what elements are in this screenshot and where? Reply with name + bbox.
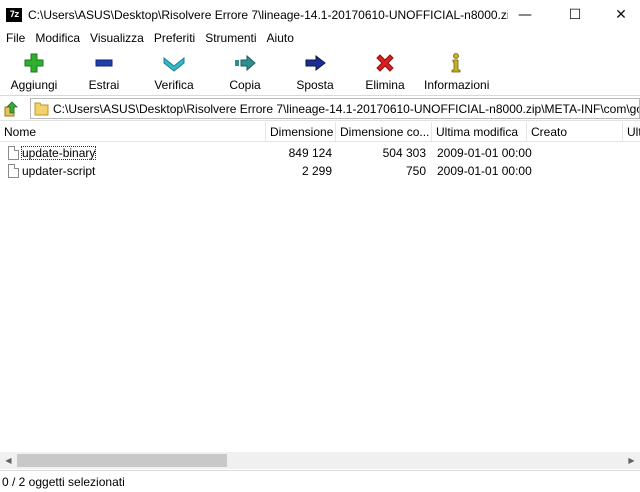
menu-bar: File Modifica Visualizza Preferiti Strum…	[0, 30, 640, 47]
folder-up-icon[interactable]	[4, 101, 20, 117]
file-icon	[8, 146, 19, 160]
app-icon: 7z	[6, 8, 22, 22]
file-size: 849 124	[288, 146, 332, 160]
delete-label: Elimina	[365, 78, 405, 92]
status-bar: 0 / 2 oggetti selezionati	[0, 470, 640, 492]
file-modified: 2009-01-01 00:00	[437, 146, 532, 160]
column-modified[interactable]: Ultima modifica	[432, 122, 527, 142]
file-name: updater-script	[22, 164, 96, 178]
column-size[interactable]: Dimensione	[266, 122, 336, 142]
add-button[interactable]: Aggiungi	[2, 50, 66, 94]
file-modified: 2009-01-01 00:00	[437, 164, 532, 178]
horizontal-scrollbar[interactable]: ◀ ▶	[0, 452, 640, 469]
scroll-left-arrow-icon[interactable]: ◀	[0, 452, 17, 469]
delete-x-icon	[374, 52, 396, 74]
table-row[interactable]: update-binary 849 124 504 303 2009-01-01…	[0, 144, 640, 162]
move-arrow-icon	[304, 52, 326, 74]
copy-button[interactable]: Copia	[213, 50, 277, 94]
toolbar: Aggiungi Estrai Verifica Copia Sposta El…	[0, 48, 640, 96]
title-bar: 7z C:\Users\ASUS\Desktop\Risolvere Error…	[0, 0, 640, 30]
column-packed-size[interactable]: Dimensione co...	[336, 122, 432, 142]
extract-button[interactable]: Estrai	[72, 50, 136, 94]
minus-icon	[93, 52, 115, 74]
copy-label: Copia	[229, 78, 261, 92]
column-more[interactable]: Ult	[623, 122, 640, 142]
move-button[interactable]: Sposta	[283, 50, 347, 94]
address-path: C:\Users\ASUS\Desktop\Risolvere Errore 7…	[53, 102, 639, 116]
menu-strumenti[interactable]: Strumenti	[199, 30, 260, 47]
verify-label: Verifica	[154, 78, 194, 92]
file-rows: update-binary 849 124 504 303 2009-01-01…	[0, 144, 640, 180]
extract-label: Estrai	[88, 78, 120, 92]
scrollbar-thumb[interactable]	[17, 454, 227, 467]
file-name: update-binary	[21, 146, 97, 160]
menu-aiuto[interactable]: Aiuto	[261, 30, 298, 47]
scroll-right-arrow-icon[interactable]: ▶	[623, 452, 640, 469]
folder-icon	[34, 101, 49, 116]
menu-file[interactable]: File	[0, 30, 29, 47]
column-headers: Nome Dimensione Dimensione co... Ultima …	[0, 122, 640, 142]
selection-status: 0 / 2 oggetti selezionati	[2, 475, 125, 489]
info-icon	[445, 52, 467, 74]
add-label: Aggiungi	[10, 78, 58, 92]
file-size: 2 299	[301, 164, 332, 178]
minimize-button[interactable]: —	[502, 0, 548, 30]
window-title: C:\Users\ASUS\Desktop\Risolvere Errore 7…	[28, 8, 508, 22]
address-bar: C:\Users\ASUS\Desktop\Risolvere Errore 7…	[0, 97, 640, 121]
file-list: Nome Dimensione Dimensione co... Ultima …	[0, 122, 640, 452]
menu-preferiti[interactable]: Preferiti	[148, 30, 199, 47]
plus-icon	[23, 52, 45, 74]
address-field[interactable]: C:\Users\ASUS\Desktop\Risolvere Errore 7…	[30, 98, 640, 119]
copy-arrow-icon	[234, 52, 256, 74]
column-created[interactable]: Creato	[527, 122, 623, 142]
menu-visualizza[interactable]: Visualizza	[84, 30, 148, 47]
table-row[interactable]: updater-script 2 299 750 2009-01-01 00:0…	[0, 162, 640, 180]
menu-modifica[interactable]: Modifica	[29, 30, 84, 47]
move-label: Sposta	[296, 78, 334, 92]
verify-button[interactable]: Verifica	[142, 50, 206, 94]
close-button[interactable]: ✕	[598, 0, 640, 30]
file-packed-size: 750	[405, 164, 426, 178]
delete-button[interactable]: Elimina	[353, 50, 417, 94]
file-icon	[8, 164, 19, 178]
info-label: Informazioni	[424, 78, 490, 92]
maximize-button[interactable]: ☐	[552, 0, 598, 30]
column-name[interactable]: Nome	[0, 122, 266, 142]
check-chevron-icon	[163, 52, 185, 74]
file-packed-size: 504 303	[382, 146, 426, 160]
info-button[interactable]: Informazioni	[424, 50, 490, 94]
